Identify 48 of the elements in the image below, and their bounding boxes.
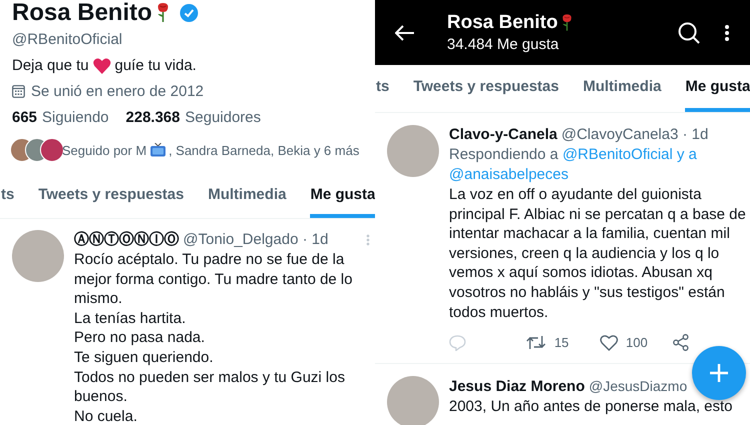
tweet-meta: @ClavoyCanela3 · 1d <box>561 126 708 143</box>
author-name: ⒶⓃⓉⓄⓃⒾⓄ <box>74 231 179 248</box>
profile-tab[interactable]: ts <box>376 65 390 112</box>
following-label[interactable]: Siguiendo <box>42 109 109 126</box>
header-title: Rosa Benito <box>447 12 558 34</box>
avatar-photo <box>12 230 64 282</box>
avatar-photo <box>387 376 439 425</box>
heart-icon <box>92 58 111 74</box>
followers-label[interactable]: Seguidores <box>185 109 261 126</box>
share-icon[interactable] <box>673 334 690 352</box>
profile-tab[interactable]: Multimedia <box>208 175 286 218</box>
profile-tab[interactable]: ts <box>1 175 14 218</box>
retweet-icon[interactable] <box>526 335 546 350</box>
author-name: Clavo-y-Canela <box>449 126 558 143</box>
plus-icon <box>709 363 729 383</box>
tv-icon <box>150 143 166 157</box>
compose-button[interactable] <box>692 346 746 400</box>
tweet-text: Rocío acéptalo. Tu padre no se fue de la mejor forma contigo. Tu madre tanto de lo mismo. La tenías hartita. Pero no pasa nada. Te siguen queriendo. Todos no pueden ser malos y tu Guzi los buenos. No cuela. <box>74 250 354 425</box>
avatar-photo <box>387 125 439 177</box>
profile-tab[interactable]: Tweets y respuestas <box>38 175 184 218</box>
reply-context: Respondiendo a @RBenitoOficial y a @anaisabelpeces <box>449 145 698 185</box>
followed-by-text: , Sandra Barneda, Bekia y 6 más <box>168 142 360 158</box>
rose-icon <box>560 14 573 32</box>
back-arrow-icon[interactable] <box>395 24 415 40</box>
join-date: Se unió en enero de 2012 <box>31 83 204 100</box>
calendar-icon <box>12 85 25 98</box>
tweet-meta: @JesusDiazmo <box>588 378 688 394</box>
tweet-meta: @Tonio_Delgado · 1d <box>183 231 328 248</box>
followed-by-text: Seguido por M <box>62 142 147 158</box>
like-count: 100 <box>626 335 648 350</box>
profile-handle: @RBenitoOficial <box>12 31 124 48</box>
bio-text: Deja que tu <box>12 57 89 74</box>
following-count: 665 <box>12 109 38 126</box>
search-icon[interactable] <box>678 22 700 44</box>
retweet-count: 15 <box>554 335 569 350</box>
tweet-text: La voz en off o ayudante del guionista principal F. Albiac ni se percatan q a base de intentar machacar a la familia, cuentan mil versiones, creen q la audiencia y los q lo vemos x aquí somos idiotas. Abusan xq vosotros no habláis y "sus testigos" están todos muertos. <box>449 185 747 322</box>
profile-name: Rosa Benito <box>12 0 152 27</box>
profile-tab[interactable]: Tweets y respuestas <box>413 65 559 112</box>
like-heart-icon[interactable] <box>600 334 618 351</box>
more-icon[interactable] <box>724 24 730 42</box>
rose-icon <box>156 3 170 23</box>
likes-count: 34.484 Me gusta <box>447 36 560 53</box>
tweet-text: 2003, Un año antes de ponerse mala, esto <box>449 397 734 417</box>
profile-tab[interactable]: Multimedia <box>582 65 662 112</box>
follower-avatar <box>40 138 64 162</box>
bio-text: guíe tu vida. <box>114 57 196 74</box>
author-name: Jesus Diaz Moreno <box>449 378 585 396</box>
followers-count: 228.368 <box>126 109 180 126</box>
